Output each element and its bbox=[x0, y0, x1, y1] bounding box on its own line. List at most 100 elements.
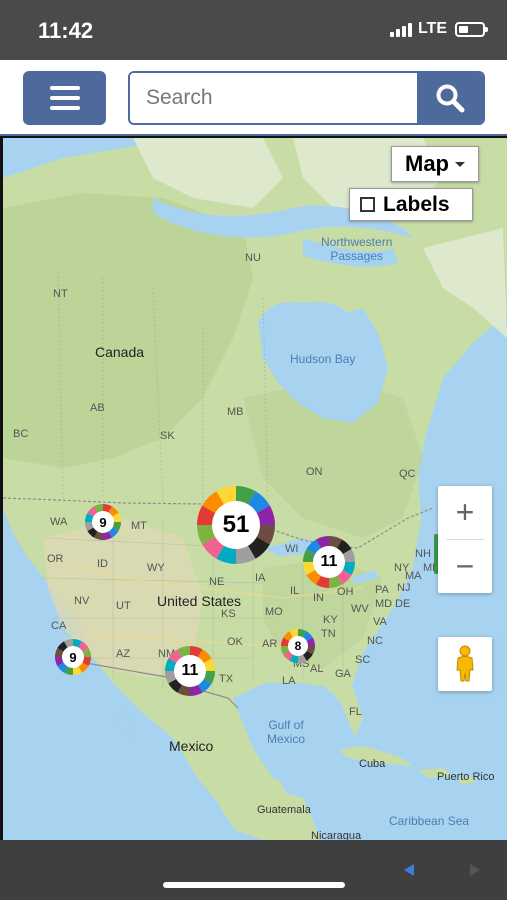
label-sc: SC bbox=[355, 654, 371, 666]
label-nh: NH bbox=[415, 548, 431, 560]
label-ar: AR bbox=[262, 638, 278, 650]
map-type-label: Map bbox=[405, 151, 449, 176]
map-canvas[interactable]: Canada United States Mexico Hudson Bay N… bbox=[3, 138, 507, 840]
label-guatemala: Guatemala bbox=[257, 804, 311, 816]
label-nj: NJ bbox=[397, 582, 411, 594]
cluster-count: 8 bbox=[288, 636, 308, 656]
label-in: IN bbox=[313, 592, 324, 604]
label-nv: NV bbox=[74, 595, 90, 607]
label-qc: QC bbox=[399, 468, 416, 480]
map-type-selector[interactable]: Map bbox=[391, 146, 479, 182]
label-ky: KY bbox=[323, 614, 338, 626]
label-az: AZ bbox=[116, 648, 131, 660]
label-mexico: Mexico bbox=[169, 738, 214, 754]
pegman-icon bbox=[456, 645, 474, 682]
label-hudson-bay: Hudson Bay bbox=[290, 352, 356, 366]
cluster-marker[interactable]: 8 bbox=[281, 629, 315, 663]
label-nt: NT bbox=[53, 288, 68, 300]
label-il: IL bbox=[290, 585, 300, 597]
status-indicators: LTE bbox=[389, 20, 488, 38]
label-on: ON bbox=[306, 466, 323, 478]
cluster-count: 9 bbox=[92, 511, 114, 533]
labels-toggle-label: Labels bbox=[383, 192, 450, 216]
label-nw-line1: Northwestern bbox=[321, 235, 393, 249]
label-ab: AB bbox=[90, 402, 105, 414]
battery-icon bbox=[455, 21, 488, 37]
menu-button[interactable] bbox=[23, 71, 106, 125]
label-ga: GA bbox=[335, 668, 351, 680]
label-nw-line2: Passages bbox=[330, 249, 384, 263]
hamburger-icon bbox=[49, 86, 80, 90]
label-id: ID bbox=[97, 558, 108, 570]
home-indicator[interactable] bbox=[163, 882, 345, 888]
label-bc: BC bbox=[13, 428, 29, 440]
label-mo: MO bbox=[265, 606, 283, 618]
label-cuba: Cuba bbox=[359, 758, 386, 770]
label-ca: CA bbox=[51, 620, 67, 632]
cluster-marker[interactable]: 9 bbox=[85, 504, 121, 540]
status-bar: 11:42 LTE bbox=[0, 0, 507, 60]
label-gulf-of-mexico: Gulf of Mexico bbox=[267, 718, 305, 746]
search-input[interactable] bbox=[130, 73, 417, 123]
search-icon bbox=[436, 84, 465, 113]
back-arrow-icon[interactable] bbox=[404, 864, 414, 876]
cluster-marker[interactable]: 11 bbox=[303, 536, 355, 588]
search-button[interactable] bbox=[417, 73, 483, 123]
cluster-marker[interactable]: 11 bbox=[165, 646, 215, 696]
cluster-count: 9 bbox=[62, 646, 84, 668]
label-ne: NE bbox=[209, 576, 225, 588]
label-al: AL bbox=[310, 663, 324, 675]
label-wa: WA bbox=[50, 516, 68, 528]
label-wi: WI bbox=[285, 543, 299, 555]
label-fl: FL bbox=[349, 706, 362, 718]
label-nu: NU bbox=[245, 252, 261, 264]
label-northwestern-passages: Northwestern Passages bbox=[321, 235, 392, 263]
bottom-bar bbox=[0, 840, 507, 900]
label-tn: TN bbox=[321, 628, 336, 640]
cluster-marker[interactable]: 51 bbox=[197, 486, 275, 564]
label-ma: MA bbox=[405, 570, 422, 582]
label-puerto-rico: Puerto Rico bbox=[437, 771, 495, 783]
network-type: LTE bbox=[417, 20, 447, 37]
label-or: OR bbox=[47, 553, 64, 565]
label-sk: SK bbox=[160, 430, 175, 442]
caret-down-icon bbox=[455, 161, 465, 167]
cluster-count: 11 bbox=[174, 655, 206, 687]
label-gulf-line1: Gulf of bbox=[268, 718, 304, 732]
label-ut: UT bbox=[116, 600, 131, 612]
zoom-out-button[interactable]: − bbox=[438, 540, 492, 593]
status-time: 11:42 bbox=[38, 18, 94, 43]
label-wv: WV bbox=[351, 603, 369, 615]
label-ia: IA bbox=[255, 572, 266, 584]
street-view-button[interactable] bbox=[438, 637, 492, 691]
cluster-marker[interactable]: 9 bbox=[55, 639, 91, 675]
label-united-states: United States bbox=[157, 593, 242, 609]
search-box bbox=[128, 71, 485, 125]
label-nc: NC bbox=[367, 635, 383, 647]
forward-arrow-icon[interactable] bbox=[470, 864, 480, 876]
label-pa: PA bbox=[375, 584, 389, 596]
cluster-count: 11 bbox=[313, 546, 345, 578]
label-ok: OK bbox=[227, 636, 243, 648]
label-la: LA bbox=[282, 675, 296, 687]
zoom-control: + − bbox=[438, 486, 492, 593]
battery-level bbox=[459, 25, 468, 33]
label-md: MD bbox=[375, 598, 393, 610]
label-ks: KS bbox=[221, 608, 236, 620]
label-canada: Canada bbox=[95, 344, 145, 360]
label-gulf-line2: Mexico bbox=[267, 732, 306, 746]
top-bar bbox=[0, 60, 507, 136]
label-tx: TX bbox=[219, 673, 234, 685]
labels-toggle[interactable]: Labels bbox=[349, 188, 473, 221]
label-caribbean-sea: Caribbean Sea bbox=[389, 814, 470, 828]
label-wy: WY bbox=[147, 562, 165, 574]
signal-icon bbox=[389, 21, 412, 37]
label-mb: MB bbox=[227, 406, 244, 418]
label-de: DE bbox=[395, 598, 411, 610]
label-mt: MT bbox=[131, 520, 147, 532]
labels-checkbox[interactable] bbox=[360, 197, 375, 212]
label-nicaragua: Nicaragua bbox=[311, 830, 362, 840]
zoom-in-button[interactable]: + bbox=[438, 486, 492, 539]
label-va: VA bbox=[373, 616, 387, 628]
cluster-count: 51 bbox=[212, 501, 260, 549]
